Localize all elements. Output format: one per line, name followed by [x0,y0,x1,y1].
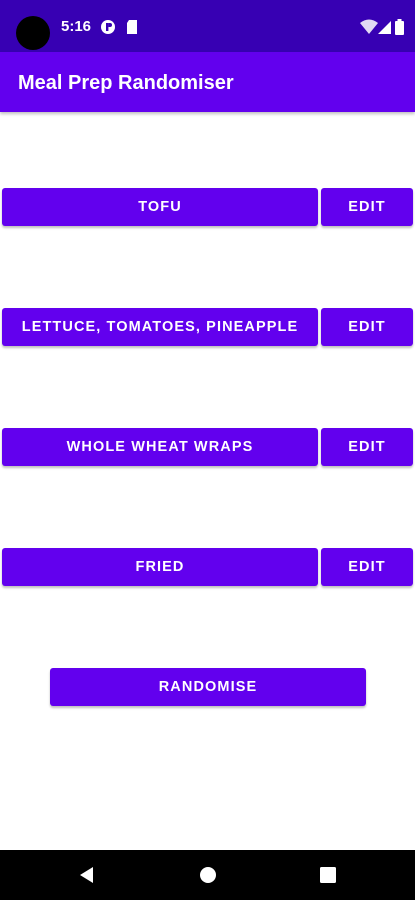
app-bar: Meal Prep Randomiser [0,52,415,112]
signal-icon [378,18,392,36]
back-icon[interactable] [77,865,97,885]
edit-button-base[interactable]: EDIT [321,428,413,466]
status-time: 5:16 [61,18,92,35]
navigation-bar [0,850,415,900]
meal-item-button-vegetables[interactable]: LETTUCE, TOMATOES, PINEAPPLE [2,308,318,346]
home-icon[interactable] [198,865,218,885]
edit-button-vegetables[interactable]: EDIT [321,308,413,346]
app-screen: 5:16 Meal Prep Randomiser TOFU EDIT LETT… [0,0,415,900]
meal-item-button-cooking-method[interactable]: FRIED [2,548,318,586]
edit-button-cooking-method[interactable]: EDIT [321,548,413,586]
meal-item-button-protein[interactable]: TOFU [2,188,318,226]
app-notification-icon [100,18,116,36]
randomise-button[interactable]: RANDOMISE [50,668,366,706]
meal-item-button-base[interactable]: WHOLE WHEAT WRAPS [2,428,318,466]
battery-icon [395,18,404,36]
wifi-icon [360,18,378,36]
camera-cutout [16,16,50,50]
sd-card-icon [126,18,138,36]
recents-icon[interactable] [318,865,338,885]
app-title: Meal Prep Randomiser [18,72,234,94]
edit-button-protein[interactable]: EDIT [321,188,413,226]
status-bar: 5:16 [0,0,415,52]
